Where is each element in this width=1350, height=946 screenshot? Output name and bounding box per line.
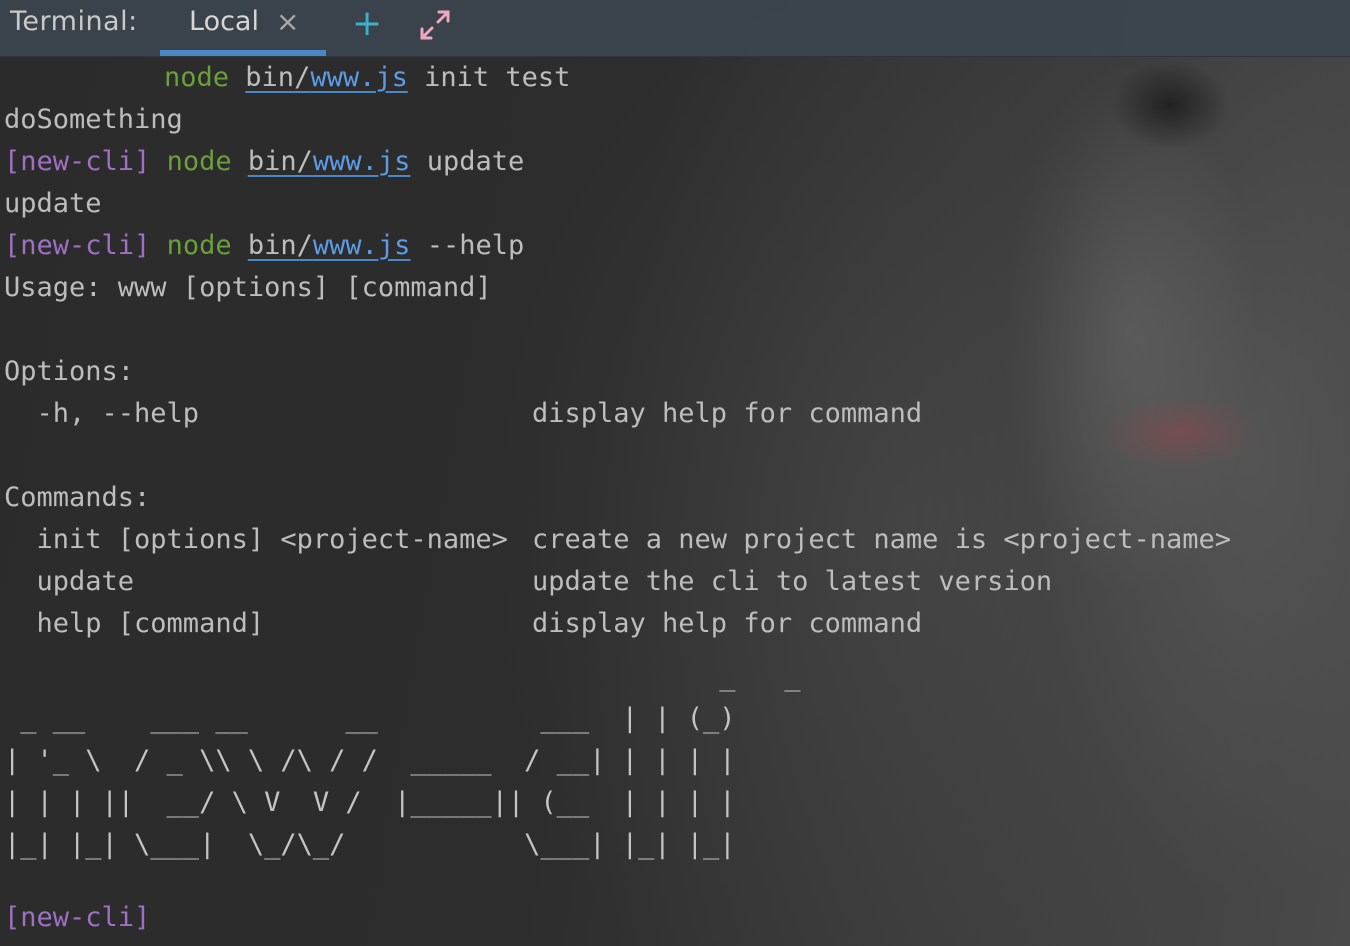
terminal-line: Commands: [4, 482, 151, 513]
file-link[interactable]: bin/www.js [245, 62, 408, 93]
command-update-name: update [4, 566, 135, 597]
terminal-window: Terminal: Local × + node bin/www.js init… [0, 0, 1350, 946]
command-name: node [166, 146, 232, 177]
option-help-name: -h, --help [4, 398, 200, 429]
command-help-description: display help for command [532, 608, 923, 639]
terminal-line: [new-cli] node bin/www.js update [4, 141, 524, 183]
command-args: --help [426, 230, 525, 261]
command-update-description: update the cli to latest version [532, 566, 1053, 597]
command-help-name: help [command] [4, 608, 265, 639]
terminal-line: Usage: www [options] [command] [4, 272, 492, 303]
terminal-line: doSomething [4, 104, 183, 135]
terminal-line: update [4, 188, 102, 219]
file-link[interactable]: bin/www.js [248, 230, 411, 261]
terminal-panel-title: Terminal: [10, 6, 138, 37]
ascii-art-banner: _ _ _ __ ___ __ __ ___ | | (_) | '_ \ / … [4, 661, 801, 860]
terminal-output[interactable]: node bin/www.js init test doSomething [n… [0, 56, 1350, 946]
command-name: node [166, 230, 232, 261]
final-prompt[interactable]: [new-cli] [4, 897, 150, 939]
close-icon[interactable]: × [276, 5, 299, 38]
command-init-name: init [options] <project-name> [4, 524, 508, 555]
terminal-tab-bar: Terminal: Local × + [0, 0, 1350, 57]
prompt: [new-cli] [4, 146, 151, 177]
terminal-line: [new-cli] node bin/www.js --help [4, 225, 524, 267]
plus-icon[interactable]: + [352, 2, 382, 46]
command-name: node [164, 62, 230, 93]
expand-arrows-icon[interactable] [418, 8, 452, 42]
file-link[interactable]: bin/www.js [248, 146, 411, 177]
tab-local[interactable]: Local × [160, 0, 326, 56]
terminal-line: Options: [4, 356, 135, 387]
command-init-description: create a new project name is <project-na… [532, 524, 1231, 555]
tab-local-label: Local [189, 6, 259, 37]
command-args: update [426, 146, 525, 177]
option-help-description: display help for command [532, 398, 923, 429]
command-args: init test [424, 62, 571, 93]
prompt: [new-cli] [4, 230, 151, 261]
terminal-line: node bin/www.js init test [4, 57, 570, 99]
